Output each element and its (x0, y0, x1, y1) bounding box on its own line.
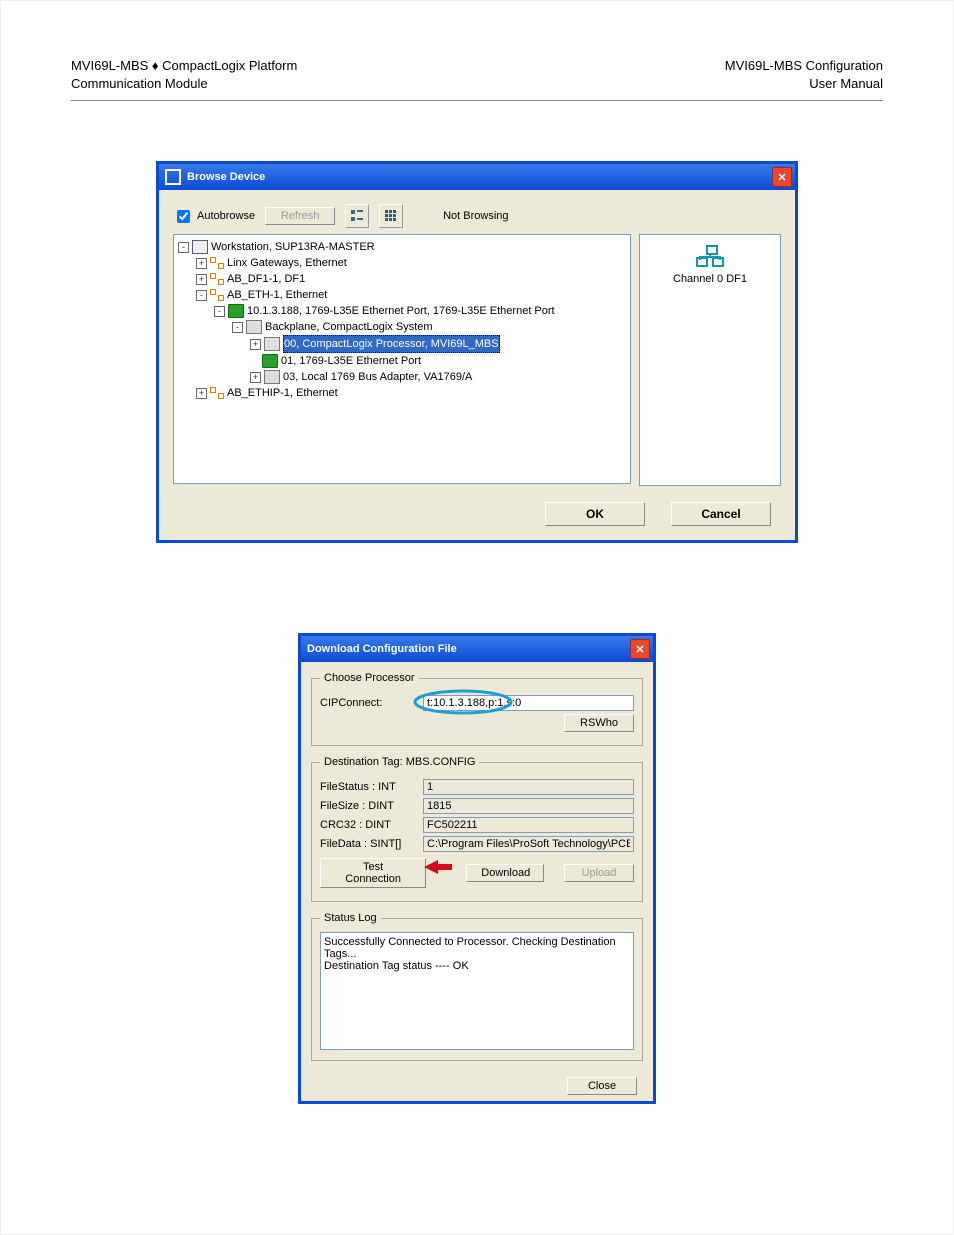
network-icon (210, 257, 224, 269)
cipconnect-field[interactable] (423, 695, 634, 711)
download-config-title: Download Configuration File (307, 643, 457, 655)
page-header: MVI69L-MBS ♦ CompactLogix Platform Commu… (71, 57, 883, 92)
tree-node: 01, 1769-L35E Ethernet Port (248, 353, 628, 369)
device-tree[interactable]: - Workstation, SUP13RA-MASTER +Linx Gate… (173, 234, 631, 484)
tree-view-icon[interactable] (345, 204, 369, 228)
annotation-arrow-icon (424, 858, 454, 876)
filedata-field (423, 836, 634, 852)
filestatus-field (423, 779, 634, 795)
window-icon (165, 169, 181, 185)
status-log: Successfully Connected to Processor. Che… (320, 932, 634, 1050)
device-icon (228, 304, 244, 318)
header-right-1: MVI69L-MBS Configuration (725, 57, 883, 75)
autobrowse-input[interactable] (177, 210, 190, 223)
download-config-dialog: Download Configuration File ✕ Choose Pro… (298, 633, 656, 1104)
header-rule (71, 100, 883, 101)
close-button[interactable]: Close (567, 1077, 637, 1095)
tree-root: - Workstation, SUP13RA-MASTER (176, 239, 628, 255)
cipconnect-label: CIPConnect: (320, 697, 415, 709)
upload-button[interactable]: Upload (564, 864, 634, 882)
side-panel-caption: Channel 0 DF1 (673, 273, 747, 285)
module-icon (264, 337, 280, 351)
tree-node: +03, Local 1769 Bus Adapter, VA1769/A (248, 369, 628, 385)
browse-device-dialog: Browse Device ✕ Autobrowse Refresh Not B… (156, 161, 798, 543)
tree-node: +AB_DF1-1, DF1 (194, 271, 628, 287)
download-button[interactable]: Download (466, 864, 544, 882)
autobrowse-checkbox[interactable]: Autobrowse (173, 207, 255, 226)
network-icon (210, 289, 224, 301)
destination-tag-group: Destination Tag: MBS.CONFIG FileStatus :… (311, 756, 643, 902)
device-icon (262, 354, 278, 368)
header-left-2: Communication Module (71, 75, 297, 93)
network-icon (210, 273, 224, 285)
tree-node: +AB_ETHIP-1, Ethernet (194, 385, 628, 401)
browse-status: Not Browsing (443, 210, 508, 222)
tree-node: -Backplane, CompactLogix System (230, 319, 628, 335)
header-left-1: MVI69L-MBS ♦ CompactLogix Platform (71, 57, 297, 75)
refresh-button[interactable]: Refresh (265, 207, 335, 225)
module-icon (264, 370, 280, 384)
filesize-field (423, 798, 634, 814)
channel-icon (696, 245, 724, 267)
tree-node-selected: +00, CompactLogix Processor, MVI69L_MBS (248, 335, 628, 353)
tree-node: +Linx Gateways, Ethernet (194, 255, 628, 271)
rswho-button[interactable]: RSWho (564, 714, 634, 732)
browse-toolbar: Autobrowse Refresh Not Browsing (173, 204, 781, 228)
browse-device-titlebar[interactable]: Browse Device ✕ (159, 164, 795, 190)
close-icon[interactable]: ✕ (772, 167, 792, 187)
ok-button[interactable]: OK (545, 502, 645, 526)
side-panel: Channel 0 DF1 (639, 234, 781, 486)
download-config-titlebar[interactable]: Download Configuration File ✕ (301, 636, 653, 662)
cancel-button[interactable]: Cancel (671, 502, 771, 526)
tree-node: -10.1.3.188, 1769-L35E Ethernet Port, 17… (212, 303, 628, 319)
test-connection-button[interactable]: Test Connection (320, 858, 426, 888)
grid-view-icon[interactable] (379, 204, 403, 228)
browse-device-title: Browse Device (187, 171, 265, 183)
expand-toggle[interactable]: - (178, 242, 189, 253)
status-log-group: Status Log Successfully Connected to Pro… (311, 912, 643, 1061)
tree-node: -AB_ETH-1, Ethernet (194, 287, 628, 303)
close-icon[interactable]: ✕ (630, 639, 650, 659)
choose-processor-group: Choose Processor CIPConnect: RSWho (311, 672, 643, 746)
workstation-icon (192, 240, 208, 254)
crc32-field (423, 817, 634, 833)
network-icon (210, 387, 224, 399)
header-right-2: User Manual (725, 75, 883, 93)
backplane-icon (246, 320, 262, 334)
